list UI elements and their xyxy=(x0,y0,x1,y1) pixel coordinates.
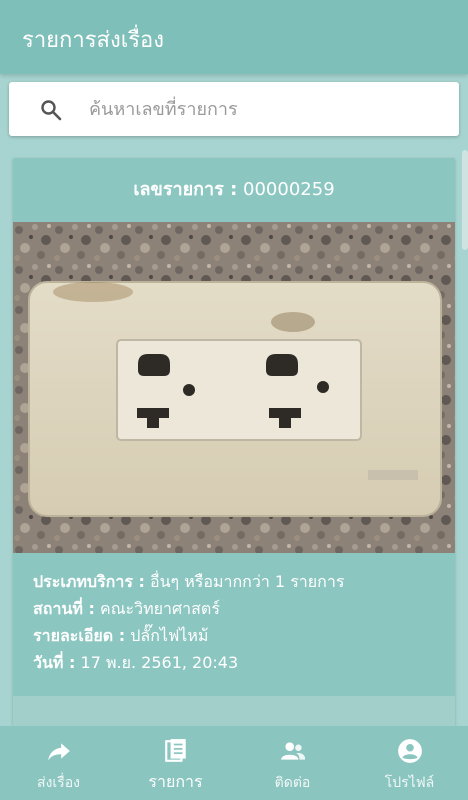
search-icon[interactable] xyxy=(39,98,63,122)
bottom-navigation: ส่งเรื่อง รายการ ติดต่อ โปรไฟล์ xyxy=(0,726,468,800)
detail-value: อื่นๆ หรือมากกว่า 1 รายการ xyxy=(149,572,345,591)
search-bar[interactable] xyxy=(9,82,459,136)
scrollbar[interactable] xyxy=(462,150,468,250)
detail-value: ปลั๊กไฟไหม้ xyxy=(130,626,209,645)
detail-value: 17 พ.ย. 2561, 20:43 xyxy=(80,653,239,672)
nav-profile[interactable]: โปรไฟล์ xyxy=(351,726,468,800)
detail-row-description: รายละเอียด : ปลั๊กไฟไหม้ xyxy=(33,622,443,649)
search-input[interactable] xyxy=(89,94,439,124)
detail-key: สถานที่ : xyxy=(33,599,95,618)
nav-list[interactable]: รายการ xyxy=(117,726,234,800)
app-bar: รายการส่งเรื่อง xyxy=(0,0,468,74)
detail-row-date: วันที่ : 17 พ.ย. 2561, 20:43 xyxy=(33,649,443,676)
detail-row-location: สถานที่ : คณะวิทยาศาสตร์ xyxy=(33,595,443,622)
nav-label: ส่งเรื่อง xyxy=(37,775,80,791)
contacts-icon xyxy=(281,742,306,760)
request-details: ประเภทบริการ : อื่นๆ หรือมากกว่า 1 รายกา… xyxy=(33,568,443,676)
detail-row-service-type: ประเภทบริการ : อื่นๆ หรือมากกว่า 1 รายกา… xyxy=(33,568,443,595)
request-number-value: 00000259 xyxy=(243,179,335,200)
request-card[interactable]: เลขรายการ : 00000259 ประเภทบริการ: อื่น… xyxy=(13,158,455,738)
list-document-icon xyxy=(165,739,186,762)
outlet-photo[interactable] xyxy=(13,222,455,553)
detail-value: คณะวิทยาศาสตร์ xyxy=(99,599,220,618)
nav-contact[interactable]: ติดต่อ xyxy=(234,726,351,800)
detail-key: รายละเอียด : xyxy=(33,626,126,645)
nav-label: รายการ xyxy=(148,772,203,791)
card-header: เลขรายการ : 00000259 xyxy=(13,158,455,222)
detail-key: ประเภทบริการ : xyxy=(33,572,145,591)
share-arrow-icon xyxy=(48,743,70,761)
request-number-label: เลขรายการ : xyxy=(133,179,238,200)
nav-label: โปรไฟล์ xyxy=(384,775,435,791)
nav-label: ติดต่อ xyxy=(274,775,311,791)
nav-send[interactable]: ส่งเรื่อง xyxy=(0,726,117,800)
detail-key: วันที่ : xyxy=(33,653,76,672)
account-circle-icon xyxy=(398,739,422,763)
page-title: รายการส่งเรื่อง xyxy=(22,28,165,53)
